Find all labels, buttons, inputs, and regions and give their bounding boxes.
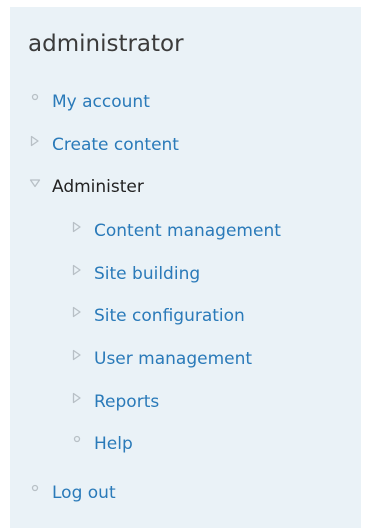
collapsed-arrow-icon (72, 349, 81, 361)
navigation-block: administrator My account Create content … (10, 7, 361, 528)
menu-label: Help (94, 434, 133, 454)
block-title: administrator (28, 31, 184, 57)
collapsed-arrow-icon (72, 392, 81, 404)
leaf-bullet-icon (31, 93, 39, 101)
collapsed-arrow-icon (72, 264, 81, 276)
menu-label: Reports (94, 392, 160, 412)
menu-label: Create content (52, 135, 179, 155)
leaf-bullet-icon (31, 484, 39, 492)
collapsed-arrow-icon (30, 135, 39, 147)
collapsed-arrow-icon (72, 221, 81, 233)
expanded-arrow-icon (29, 179, 41, 188)
collapsed-arrow-icon (72, 306, 81, 318)
menu-label: Log out (52, 483, 116, 503)
menu-label: Administer (52, 177, 144, 197)
leaf-bullet-icon (73, 435, 81, 443)
menu-label: Site configuration (94, 306, 245, 326)
menu-label: My account (52, 92, 150, 112)
menu-label: Site building (94, 264, 201, 284)
menu-label: User management (94, 349, 253, 369)
menu-label: Content management (94, 221, 281, 241)
